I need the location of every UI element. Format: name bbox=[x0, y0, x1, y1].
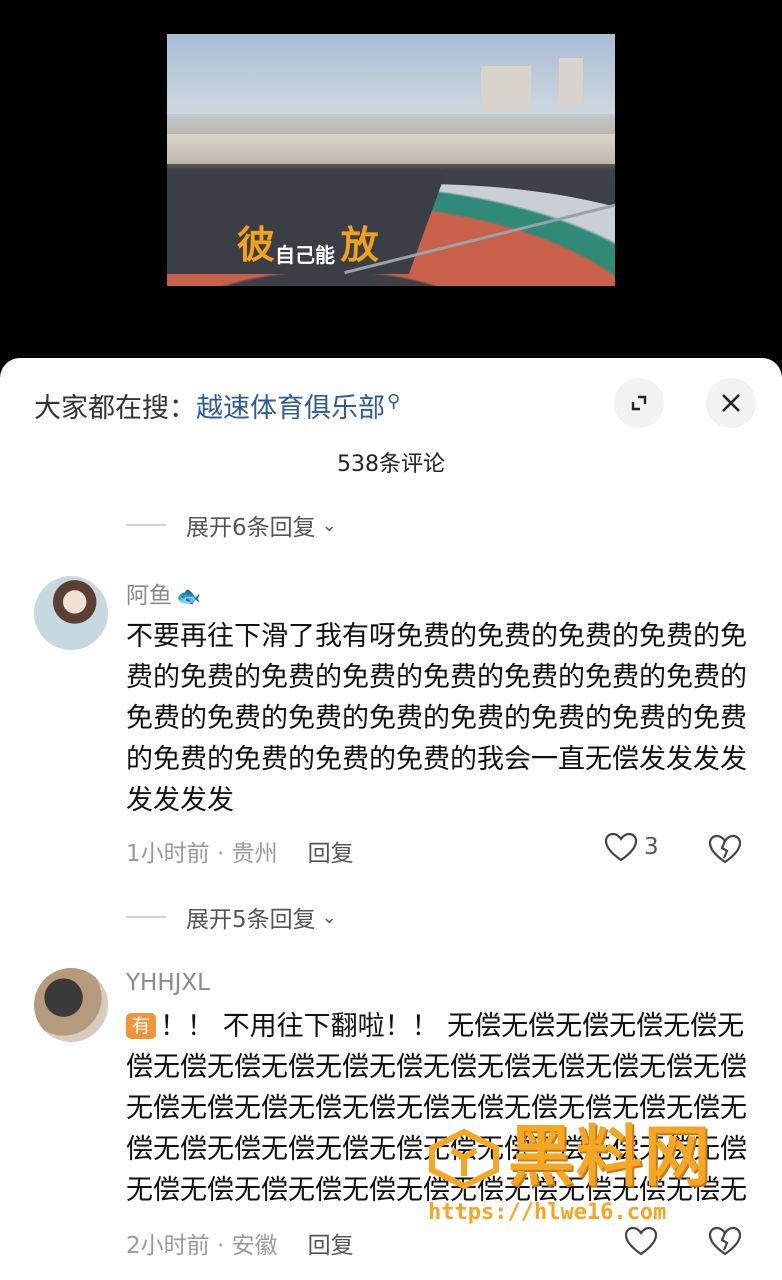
divider bbox=[126, 524, 166, 526]
heart-icon bbox=[624, 1226, 658, 1256]
video-frame[interactable]: 彼自己能 放 bbox=[167, 34, 615, 286]
comment-meta: 1小时前 · 贵州 回复 bbox=[126, 841, 354, 867]
expand-icon bbox=[631, 395, 647, 411]
comment-username[interactable]: 阿鱼 🐟 bbox=[126, 576, 201, 610]
broken-heart-icon bbox=[708, 834, 742, 864]
reply-button[interactable]: 回复 bbox=[308, 1233, 354, 1259]
broken-heart-icon bbox=[708, 1226, 742, 1256]
chevron-down-icon: ⌄ bbox=[321, 906, 337, 928]
expand-replies-top[interactable]: 展开6条回复 ⌄ bbox=[126, 508, 337, 542]
close-icon bbox=[722, 394, 740, 412]
comment-time: 1小时前 bbox=[126, 841, 210, 867]
video-caption: 彼自己能 放 bbox=[237, 214, 379, 269]
badge-icon: 有 bbox=[126, 1013, 156, 1039]
comment-text: 不要再往下滑了我有呀免费的免费的免费的免费的免费的免费的免费的免费的免费的免费的… bbox=[126, 621, 747, 816]
fish-icon: 🐟 bbox=[176, 584, 201, 608]
fullscreen-button[interactable] bbox=[614, 378, 664, 428]
reply-button[interactable]: 回复 bbox=[308, 841, 354, 867]
avatar[interactable] bbox=[34, 968, 108, 1042]
dislike-button[interactable] bbox=[708, 834, 742, 868]
comment-count: 538条评论 bbox=[337, 452, 445, 477]
comment-time: 2小时前 bbox=[126, 1233, 210, 1259]
heart-icon bbox=[604, 832, 638, 862]
username-text: 阿鱼 bbox=[126, 583, 172, 609]
search-keyword-link[interactable]: 越速体育俱乐部 bbox=[196, 393, 385, 424]
search-prefix: 大家都在搜： bbox=[34, 393, 196, 424]
watermark-logo-icon bbox=[429, 1128, 499, 1190]
expand-replies-label: 展开6条回复 bbox=[186, 515, 316, 541]
expand-replies-mid[interactable]: 展开5条回复 ⌄ bbox=[126, 900, 337, 934]
search-icon: ⚲ bbox=[387, 391, 401, 412]
comment-location: 安徽 bbox=[231, 1233, 278, 1259]
expand-replies-label: 展开5条回复 bbox=[186, 907, 316, 933]
comment-location: 贵州 bbox=[231, 841, 278, 867]
caption-mid: 自己能 bbox=[275, 243, 336, 267]
watermark-url: https://hlwe16.com bbox=[428, 1200, 667, 1225]
search-suggestion[interactable]: 大家都在搜：越速体育俱乐部 ⚲ bbox=[34, 386, 400, 425]
dislike-button[interactable] bbox=[708, 1226, 742, 1260]
divider bbox=[126, 916, 166, 918]
like-button[interactable]: 3 bbox=[604, 832, 659, 862]
video-building bbox=[559, 58, 583, 106]
video-area[interactable]: 彼自己能 放 bbox=[0, 0, 782, 372]
video-stand bbox=[167, 134, 615, 164]
video-sky bbox=[167, 34, 615, 114]
avatar[interactable] bbox=[34, 576, 108, 650]
video-building bbox=[481, 66, 531, 110]
caption-right: 放 bbox=[340, 222, 379, 267]
chevron-down-icon: ⌄ bbox=[321, 514, 337, 536]
close-button[interactable] bbox=[706, 378, 756, 428]
comment-username[interactable]: YHHJXL bbox=[126, 970, 210, 996]
watermark: 黑料网 https://hlwe16.com bbox=[428, 1122, 712, 1226]
comment-meta: 2小时前 · 安徽 回复 bbox=[126, 1233, 354, 1259]
like-count: 3 bbox=[644, 834, 659, 860]
caption-left: 彼 bbox=[237, 222, 276, 267]
like-button[interactable] bbox=[624, 1226, 664, 1256]
